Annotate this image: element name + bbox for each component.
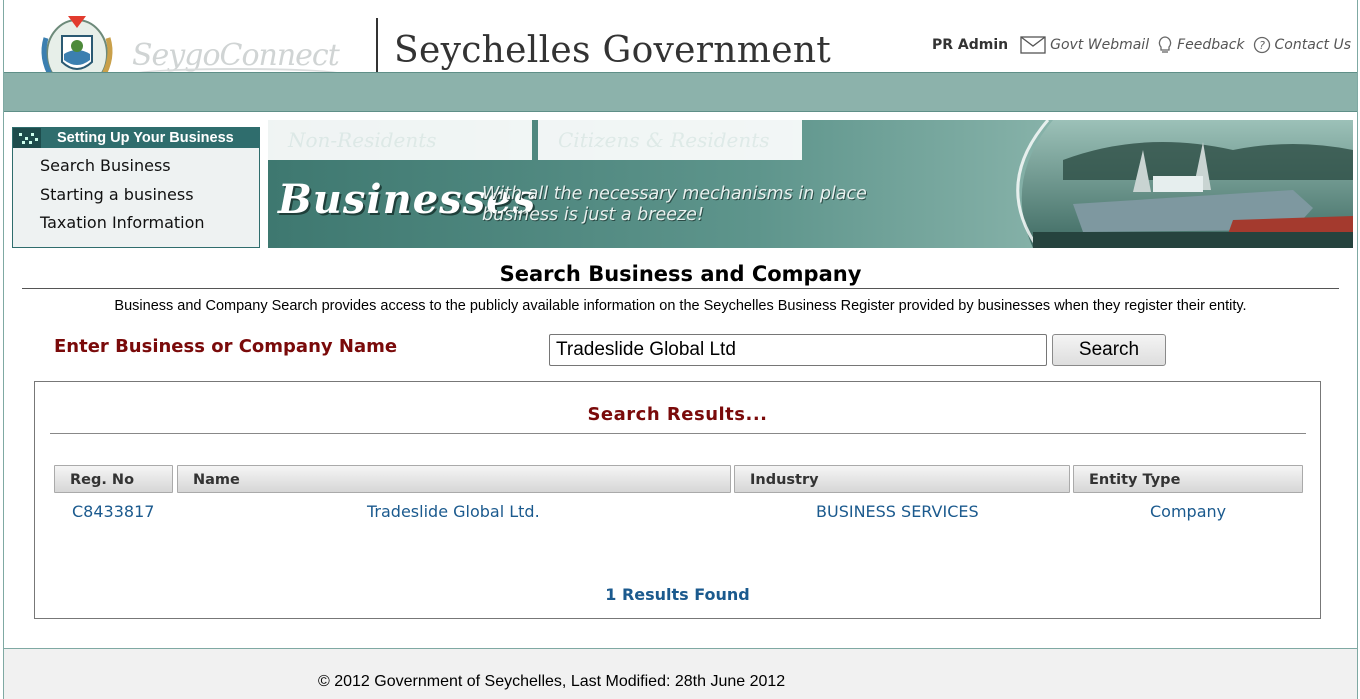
sidebar-item-starting-a-business[interactable]: Starting a business: [40, 185, 259, 214]
site-title: Seychelles Government: [394, 30, 832, 71]
site-header: SeygoConnect Seychelles Government PR Ad…: [4, 0, 1357, 94]
sidebar-item-taxation-information[interactable]: Taxation Information: [40, 213, 259, 242]
feedback-link[interactable]: Feedback: [1157, 36, 1245, 54]
sidebar-heading-label: Setting Up Your Business: [57, 130, 234, 146]
ship-harbour-image: [1016, 120, 1353, 248]
cell-entity-type[interactable]: Company: [1150, 502, 1226, 521]
sidebar: Setting Up Your Business Search Business…: [12, 127, 260, 248]
header-teal-bar: [4, 72, 1357, 112]
sidebar-heading: Setting Up Your Business: [13, 128, 259, 148]
pr-admin-link[interactable]: PR Admin: [932, 37, 1008, 53]
page-frame: SeygoConnect Seychelles Government PR Ad…: [3, 0, 1358, 699]
sidebar-item-search-business[interactable]: Search Business: [40, 156, 259, 185]
seygoconnect-logo: SeygoConnect: [128, 38, 348, 73]
cell-reg-no[interactable]: C8433817: [72, 502, 154, 521]
column-header-entity-type[interactable]: Entity Type: [1073, 465, 1303, 493]
page-description: Business and Company Search provides acc…: [114, 298, 1247, 314]
contact-us-link[interactable]: ? Contact Us: [1253, 36, 1351, 54]
tab-non-residents[interactable]: Non-Residents: [268, 120, 532, 160]
column-header-industry[interactable]: Industry: [734, 465, 1070, 493]
column-header-reg-no[interactable]: Reg. No: [54, 465, 173, 493]
search-button[interactable]: Search: [1052, 334, 1166, 366]
lightbulb-icon: [1158, 36, 1172, 53]
svg-text:?: ?: [1259, 39, 1265, 52]
top-links: PR Admin Govt Webmail Feedback ? Contact…: [932, 36, 1351, 54]
cell-name[interactable]: Tradeslide Global Ltd.: [367, 502, 540, 521]
site-footer: © 2012 Government of Seychelles, Last Mo…: [4, 648, 1357, 699]
business-name-search-input[interactable]: [549, 334, 1047, 366]
banner-tabs: Non-Residents Citizens & Residents: [268, 120, 808, 160]
tab-citizens-residents[interactable]: Citizens & Residents: [538, 120, 802, 160]
results-title: Search Results...: [587, 404, 768, 425]
cell-industry[interactable]: BUSINESS SERVICES: [816, 502, 979, 521]
banner-slogan: With all the necessary mechanisms in pla…: [482, 184, 867, 225]
results-count: 1 Results Found: [605, 585, 750, 604]
page-title: Search Business and Company: [499, 262, 862, 286]
results-divider: [50, 433, 1306, 434]
column-header-name[interactable]: Name: [177, 465, 731, 493]
question-circle-icon: ?: [1253, 36, 1270, 54]
search-results-panel: Search Results... Reg. No Name Industry …: [34, 381, 1321, 619]
copyright-text: © 2012 Government of Seychelles, Last Mo…: [318, 673, 786, 690]
businesses-banner: Non-Residents Citizens & Residents Busin…: [268, 120, 1353, 248]
search-label: Enter Business or Company Name: [54, 336, 398, 357]
govt-webmail-link[interactable]: Govt Webmail: [1020, 36, 1149, 54]
dots-icon: [13, 128, 41, 148]
envelope-icon: [1020, 36, 1046, 54]
title-divider: [22, 288, 1339, 289]
sidebar-menu: Search Business Starting a business Taxa…: [13, 148, 259, 242]
